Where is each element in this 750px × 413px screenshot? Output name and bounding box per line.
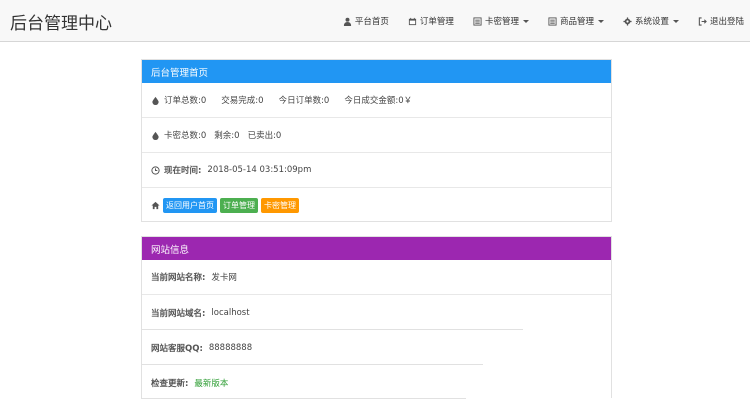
calendar-icon bbox=[408, 17, 417, 25]
row-divider bbox=[141, 398, 466, 399]
brand-title[interactable]: 后台管理中心 bbox=[10, 9, 112, 34]
site-qq-value: 88888888 bbox=[208, 342, 253, 353]
back-to-user-home-link[interactable]: 返回用户首页 bbox=[163, 198, 217, 213]
site-qq-row: 网站客服QQ: 88888888 bbox=[142, 330, 611, 365]
nav-label: 商品管理 bbox=[559, 17, 594, 27]
nav-label: 订单管理 bbox=[419, 17, 454, 27]
list-icon bbox=[548, 16, 557, 26]
current-time-row: 现在时间: 2018-05-14 03:51:09pm bbox=[142, 153, 611, 188]
site-domain-label: 当前网站域名: bbox=[151, 308, 206, 319]
user-icon bbox=[343, 17, 352, 26]
nav-label: 卡密管理 bbox=[484, 17, 519, 27]
today-amount: 今日成交金额:0￥ bbox=[344, 96, 413, 106]
current-time-value: 2018-05-14 03:51:09pm bbox=[207, 165, 312, 175]
card-total: 卡密总数:0 bbox=[164, 131, 207, 141]
site-qq-label: 网站客服QQ: bbox=[151, 343, 203, 354]
current-time-label: 现在时间: bbox=[164, 166, 202, 176]
gear-icon bbox=[623, 16, 632, 26]
order-completed: 交易完成:0 bbox=[221, 96, 264, 106]
nav-cards-dropdown[interactable]: 卡密管理 bbox=[473, 15, 529, 27]
nav-settings-dropdown[interactable]: 系统设置 bbox=[623, 15, 679, 27]
clock-icon bbox=[151, 165, 160, 175]
cards-link[interactable]: 卡密管理 bbox=[261, 198, 299, 213]
card-sold: 已卖出:0 bbox=[247, 131, 282, 141]
site-update-label: 检查更新: bbox=[151, 378, 189, 389]
caret-down-icon bbox=[672, 19, 679, 23]
site-update-row: 检查更新: 最新版本 bbox=[142, 365, 611, 400]
today-orders: 今日订单数:0 bbox=[278, 96, 330, 106]
main-nav: 平台首页 订单管理 卡密管理 商品管理 系统设置 退出登陆 bbox=[324, 0, 750, 42]
nav-platform-home[interactable]: 平台首页 bbox=[343, 15, 389, 27]
nav-products-dropdown[interactable]: 商品管理 bbox=[548, 15, 604, 27]
tint-icon bbox=[152, 96, 159, 105]
site-name-value: 发卡网 bbox=[211, 273, 237, 283]
top-navbar: 后台管理中心 平台首页 订单管理 卡密管理 商品管理 系统设置 退出登陆 bbox=[0, 0, 750, 42]
card-stats-row: 卡密总数:0 剩余:0 已卖出:0 bbox=[142, 118, 611, 153]
site-update-value[interactable]: 最新版本 bbox=[194, 377, 228, 389]
order-stats-row: 订单总数:0 交易完成:0 今日订单数:0 今日成交金额:0￥ bbox=[142, 83, 611, 118]
site-domain-value: localhost bbox=[211, 307, 250, 318]
home-panel: 后台管理首页 订单总数:0 交易完成:0 今日订单数:0 今日成交金额:0￥ 卡… bbox=[141, 59, 612, 222]
site-name-row: 当前网站名称: 发卡网 bbox=[142, 260, 611, 295]
nav-label: 退出登陆 bbox=[709, 17, 744, 27]
caret-down-icon bbox=[522, 19, 529, 23]
nav-logout[interactable]: 退出登陆 bbox=[698, 15, 744, 27]
site-info-panel: 网站信息 当前网站名称: 发卡网 当前网站域名: localhost 网站客服Q… bbox=[141, 236, 612, 398]
site-domain-row: 当前网站域名: localhost bbox=[142, 295, 611, 330]
card-remaining: 剩余:0 bbox=[214, 131, 240, 141]
logout-icon bbox=[698, 16, 707, 26]
tint-icon bbox=[152, 131, 159, 140]
caret-down-icon bbox=[597, 19, 604, 23]
nav-label: 平台首页 bbox=[354, 17, 389, 27]
home-panel-title: 后台管理首页 bbox=[142, 60, 611, 83]
list-icon bbox=[473, 16, 482, 26]
orders-link[interactable]: 订单管理 bbox=[220, 198, 258, 213]
nav-orders[interactable]: 订单管理 bbox=[408, 15, 454, 27]
row-divider bbox=[141, 364, 483, 365]
order-total: 订单总数:0 bbox=[164, 96, 207, 106]
site-name-label: 当前网站名称: bbox=[151, 273, 206, 283]
row-divider bbox=[141, 329, 523, 330]
home-icon bbox=[151, 201, 160, 210]
quick-links-row: 返回用户首页 订单管理 卡密管理 bbox=[142, 188, 611, 223]
nav-label: 系统设置 bbox=[634, 17, 669, 27]
site-info-title: 网站信息 bbox=[142, 237, 611, 260]
